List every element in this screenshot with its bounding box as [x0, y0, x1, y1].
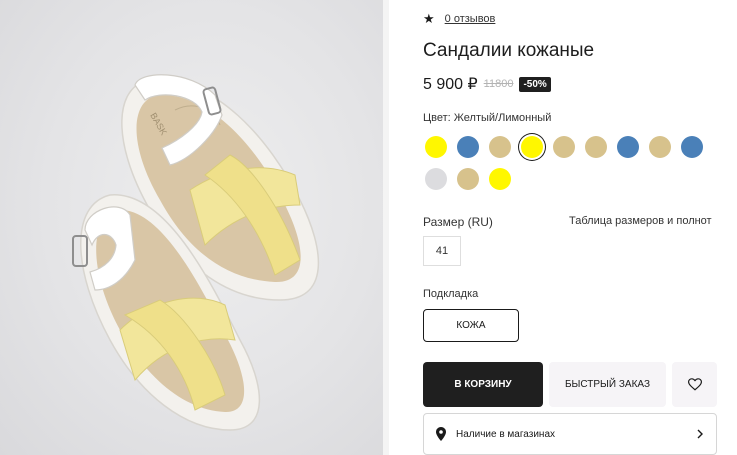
product-photo[interactable]: BASK BASK — [0, 0, 383, 455]
add-to-cart-button[interactable]: В КОРЗИНУ — [423, 362, 543, 407]
color-swatch[interactable] — [649, 136, 671, 158]
product-info-panel: ★ 0 отзывов Сандалии кожаные 5 900 ₽ 118… — [423, 0, 723, 455]
reviews-link[interactable]: 0 отзывов — [445, 13, 496, 25]
color-swatch[interactable] — [617, 136, 639, 158]
size-table-link[interactable]: Таблица размеров и полнот — [569, 215, 712, 227]
size-option[interactable]: 41 — [423, 236, 461, 266]
color-swatch[interactable] — [553, 136, 575, 158]
store-availability-label: Наличие в магазинах — [456, 428, 555, 440]
color-swatch[interactable] — [489, 136, 511, 158]
product-title: Сандалии кожаные — [423, 40, 595, 61]
color-swatch[interactable] — [585, 136, 607, 158]
rating-row: ★ 0 отзывов — [423, 12, 495, 25]
color-swatch[interactable] — [521, 136, 543, 158]
heart-icon — [687, 378, 702, 391]
discount-badge: -50% — [519, 76, 551, 92]
panel-divider — [383, 0, 389, 455]
color-swatch[interactable] — [457, 136, 479, 158]
color-swatch[interactable] — [425, 168, 447, 190]
color-swatch[interactable] — [425, 136, 447, 158]
old-price: 11800 — [483, 78, 514, 90]
current-price: 5 900 ₽ — [423, 76, 478, 93]
size-label: Размер (RU) — [423, 215, 493, 229]
lining-label: Подкладка — [423, 288, 479, 300]
chevron-right-icon — [697, 429, 703, 439]
store-availability-row[interactable]: Наличие в магазинах — [423, 413, 717, 455]
star-icon: ★ — [423, 11, 435, 26]
color-swatch[interactable] — [457, 168, 479, 190]
location-pin-icon — [436, 427, 446, 441]
color-swatches — [425, 136, 715, 190]
quick-order-button[interactable]: БЫСТРЫЙ ЗАКАЗ — [549, 362, 666, 407]
color-swatch[interactable] — [489, 168, 511, 190]
color-label: Цвет: Желтый/Лимонный — [423, 112, 552, 124]
price-row: 5 900 ₽ 11800 -50% — [423, 74, 551, 94]
lining-option[interactable]: КОЖА — [423, 309, 519, 342]
color-swatch[interactable] — [681, 136, 703, 158]
sandals-illustration: BASK BASK — [72, 74, 320, 431]
favorite-button[interactable] — [672, 362, 717, 407]
